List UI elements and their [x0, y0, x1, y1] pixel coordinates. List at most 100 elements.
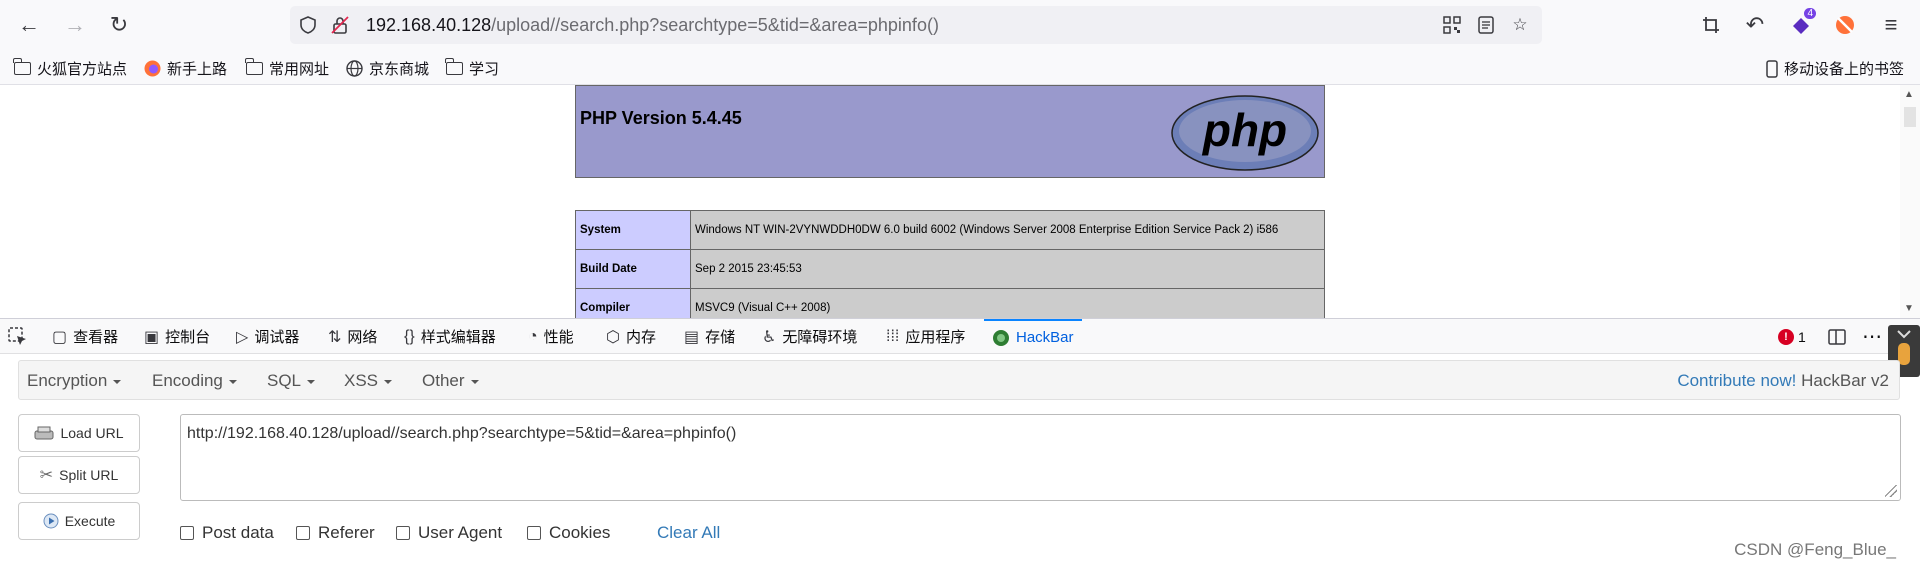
- element-picker-icon[interactable]: [8, 327, 28, 347]
- tab-application[interactable]: ⁞⁞⁞ 应用程序: [886, 319, 965, 354]
- tab-performance[interactable]: ◔ 性能: [528, 319, 574, 354]
- menu-hamburger-icon[interactable]: ≡: [1876, 10, 1906, 40]
- bookmark-item[interactable]: 常用网址: [245, 58, 329, 79]
- referer-checkbox[interactable]: Referer: [296, 523, 375, 543]
- forward-button[interactable]: →: [60, 10, 90, 40]
- caret-down-icon: [384, 379, 393, 384]
- checkbox[interactable]: [180, 526, 194, 540]
- bookmarks-toolbar: 火狐官方站点 新手上路 常用网址 京东商城 学习 移动设备上的书签: [0, 50, 1920, 85]
- dock-toggle-icon[interactable]: [1828, 319, 1846, 354]
- globe-icon: [346, 60, 363, 77]
- tab-storage[interactable]: ▤ 存储: [684, 319, 735, 354]
- tab-debugger[interactable]: ▷ 调试器: [236, 319, 299, 354]
- scroll-up-icon[interactable]: ▲: [1904, 89, 1914, 100]
- navigation-bar: ← → ↻ 192.168.40.128/upload//search.php?…: [0, 0, 1920, 50]
- info-key: Compiler: [575, 288, 691, 318]
- url-bar[interactable]: 192.168.40.128/upload//search.php?search…: [290, 6, 1542, 44]
- table-row: Compiler MSVC9 (Visual C++ 2008): [575, 288, 1325, 318]
- reload-button[interactable]: ↻: [104, 10, 134, 40]
- scroll-down-icon[interactable]: ▼: [1904, 303, 1914, 314]
- hackbar-icon: [993, 329, 1009, 346]
- debugger-icon: ▷: [236, 328, 249, 346]
- folder-icon: [13, 58, 31, 75]
- qr-code-icon[interactable]: [1442, 15, 1462, 35]
- memory-icon: ⬡: [606, 328, 620, 346]
- mobile-bookmarks[interactable]: 移动设备上的书签: [1766, 58, 1904, 79]
- folder-icon: [445, 58, 463, 75]
- tab-style-editor[interactable]: {} 样式编辑器: [404, 319, 496, 354]
- crop-icon[interactable]: [1696, 10, 1726, 40]
- url-path: /upload//search.php?searchtype=5&tid=&ar…: [491, 15, 939, 35]
- tab-hackbar[interactable]: HackBar: [984, 319, 1082, 354]
- page-scrollbar[interactable]: ▲ ▼: [1900, 85, 1920, 318]
- menu-sql[interactable]: SQL: [267, 371, 316, 391]
- hackbar-url-textarea[interactable]: http://192.168.40.128/upload//search.php…: [180, 414, 1901, 501]
- extension-badge: 4: [1804, 8, 1816, 19]
- checkbox[interactable]: [296, 526, 310, 540]
- reader-view-icon[interactable]: [1476, 15, 1496, 35]
- mobile-device-icon: [1766, 59, 1778, 78]
- performance-icon: ◔: [528, 327, 538, 345]
- error-count-badge[interactable]: ! 1: [1778, 319, 1806, 354]
- execute-button[interactable]: Execute: [18, 502, 140, 540]
- url-host: 192.168.40.128: [366, 15, 492, 35]
- devtools-toolbar: ▢ 查看器 ▣ 控制台 ▷ 调试器 ⇅ 网络 {} 样式编辑器 ◔ 性能 ⬡ 内存 ▤ 存储 ♿…: [0, 318, 1920, 354]
- accessibility-icon: ♿: [762, 328, 777, 346]
- hackbar-url-value: http://192.168.40.128/upload//search.php…: [187, 425, 737, 442]
- php-info-table: System Windows NT WIN-2VYNWDDH0DW 6.0 bu…: [575, 210, 1325, 318]
- web-page-content: PHP Version 5.4.45 php System Windows NT…: [0, 85, 1920, 318]
- caret-down-icon: [113, 379, 122, 384]
- menu-other[interactable]: Other: [422, 371, 479, 391]
- tab-accessibility[interactable]: ♿ 无障碍环境: [762, 319, 857, 354]
- console-icon: ▣: [144, 328, 160, 346]
- post-data-checkbox[interactable]: Post data: [180, 523, 274, 543]
- tab-network[interactable]: ⇅ 网络: [328, 319, 377, 354]
- bookmark-item[interactable]: 新手上路: [144, 58, 227, 79]
- firefox-icon: [144, 60, 161, 77]
- bookmark-item[interactable]: 京东商城: [346, 58, 429, 79]
- hackbar-menu-bar: Encryption Encoding SQL XSS Other Contri…: [18, 360, 1900, 400]
- caret-down-icon: [470, 379, 479, 384]
- more-options-icon[interactable]: ⋯: [1862, 319, 1882, 354]
- inspector-icon: ▢: [52, 328, 68, 346]
- split-url-button[interactable]: ✂ Split URL: [18, 456, 140, 494]
- menu-encoding[interactable]: Encoding: [152, 371, 237, 391]
- tab-console[interactable]: ▣ 控制台: [144, 319, 210, 354]
- reload-icon: ↻: [109, 12, 129, 37]
- user-agent-checkbox[interactable]: User Agent: [396, 523, 502, 543]
- back-button[interactable]: ←: [14, 10, 44, 40]
- undo-icon[interactable]: ↶: [1740, 10, 1770, 40]
- menu-encryption[interactable]: Encryption: [27, 371, 122, 391]
- bookmark-star-icon[interactable]: ☆: [1510, 15, 1530, 35]
- tab-memory[interactable]: ⬡ 内存: [606, 319, 656, 354]
- network-icon: ⇅: [328, 328, 342, 346]
- load-url-button[interactable]: Load URL: [18, 414, 140, 452]
- style-editor-icon: {}: [404, 327, 415, 345]
- contribute-text: Contribute now! HackBar v2: [1677, 371, 1889, 390]
- menu-xss[interactable]: XSS: [344, 371, 393, 391]
- checkbox[interactable]: [527, 526, 541, 540]
- blocker-extension-icon[interactable]: [1830, 10, 1860, 40]
- insecure-lock-icon[interactable]: [330, 15, 350, 35]
- shield-icon[interactable]: [298, 15, 318, 35]
- extension-button[interactable]: 4: [1786, 8, 1816, 40]
- bookmark-item[interactable]: 火狐官方站点: [13, 58, 127, 79]
- info-key: Build Date: [575, 249, 691, 289]
- resize-grip-icon[interactable]: [1885, 485, 1897, 497]
- clear-all-link[interactable]: Clear All: [657, 523, 720, 543]
- contribute-link[interactable]: Contribute now!: [1677, 371, 1796, 390]
- error-icon: !: [1778, 328, 1794, 345]
- checkbox[interactable]: [396, 526, 410, 540]
- info-value: MSVC9 (Visual C++ 2008): [690, 288, 1325, 318]
- url-text[interactable]: 192.168.40.128/upload//search.php?search…: [366, 15, 939, 36]
- info-value: Windows NT WIN-2VYNWDDH0DW 6.0 build 600…: [690, 210, 1325, 250]
- storage-icon: ▤: [684, 328, 700, 346]
- php-version-header: PHP Version 5.4.45 php: [575, 85, 1325, 178]
- info-key: System: [575, 210, 691, 250]
- cookies-checkbox[interactable]: Cookies: [527, 523, 610, 543]
- scrollbar-thumb[interactable]: [1904, 107, 1916, 127]
- back-arrow-icon: ←: [18, 12, 40, 37]
- scissors-icon: ✂: [39, 467, 54, 484]
- bookmark-item[interactable]: 学习: [445, 58, 499, 79]
- tab-inspector[interactable]: ▢ 查看器: [52, 319, 118, 354]
